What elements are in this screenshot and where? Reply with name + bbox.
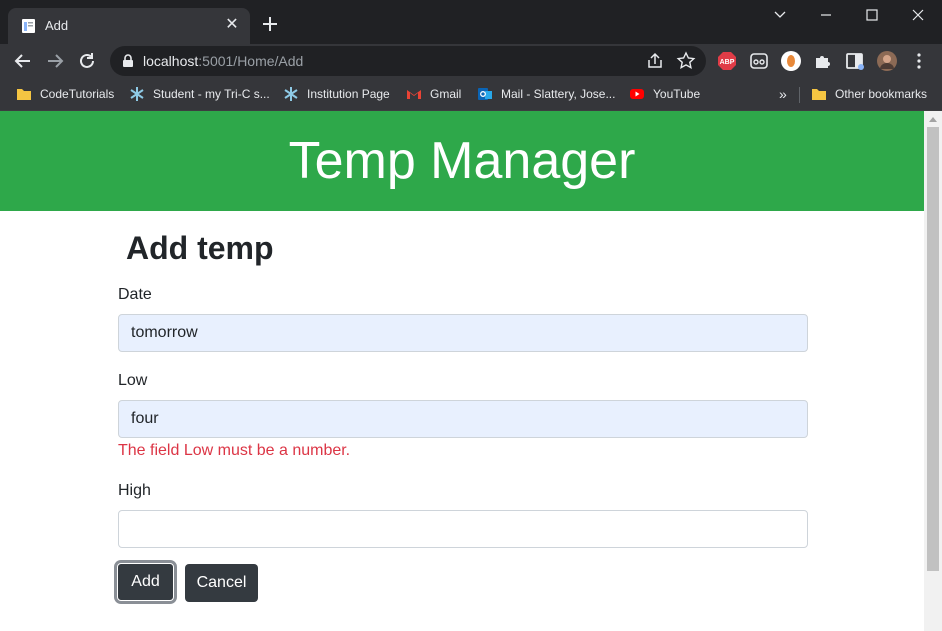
low-validation-error: The field Low must be a number. <box>118 442 351 459</box>
maximize-icon[interactable] <box>849 0 895 30</box>
page-viewport: Temp Manager Add temp Date Low The field… <box>0 111 942 631</box>
bookmark-label: Institution Page <box>307 87 390 101</box>
browser-titlebar: Add ✕ <box>0 0 942 44</box>
snowflake-icon <box>284 87 298 101</box>
menu-kebab-icon[interactable] <box>908 50 930 72</box>
close-window-icon[interactable] <box>895 0 941 30</box>
page-favicon-icon <box>22 19 35 33</box>
minimize-icon[interactable] <box>803 0 849 30</box>
tab-close-icon[interactable]: ✕ <box>222 15 242 35</box>
new-tab-icon[interactable] <box>259 13 281 35</box>
scrollbar-thumb[interactable] <box>927 127 939 571</box>
bookmark-codetutorials[interactable]: CodeTutorials <box>16 85 114 103</box>
bookmark-star-icon[interactable] <box>676 51 696 71</box>
browser-tab[interactable]: Add ✕ <box>8 8 250 44</box>
bookmark-youtube[interactable]: YouTube <box>629 85 700 103</box>
forward-icon[interactable] <box>44 50 66 72</box>
url-text[interactable]: localhost:5001/Home/Add <box>143 53 303 69</box>
bookmark-gmail[interactable]: Gmail <box>406 85 461 103</box>
lock-icon[interactable] <box>122 54 134 68</box>
bookmark-label: YouTube <box>653 87 701 101</box>
svg-text:ABP: ABP <box>720 59 735 66</box>
page-heading: Add temp <box>126 230 274 266</box>
date-label: Date <box>118 286 152 303</box>
sidepanel-icon[interactable] <box>844 50 866 72</box>
snowflake-icon <box>130 87 144 101</box>
add-button[interactable]: Add <box>117 563 174 601</box>
gmail-icon <box>407 90 421 99</box>
tab-search-icon[interactable] <box>757 0 803 30</box>
tab-title: Add <box>45 18 69 33</box>
bookmarks-overflow-icon[interactable]: » <box>779 85 787 103</box>
bookmark-label: Other bookmarks <box>835 87 928 101</box>
high-label: High <box>118 482 151 499</box>
bookmark-label: Gmail <box>430 87 462 101</box>
puzzle-icon[interactable] <box>812 50 834 72</box>
bookmark-institution[interactable]: Institution Page <box>283 85 390 103</box>
site-header: Temp Manager <box>0 111 924 211</box>
youtube-icon <box>630 89 644 99</box>
bookmark-label: CodeTutorials <box>40 87 115 101</box>
scroll-up-icon[interactable] <box>929 117 937 122</box>
folder-icon <box>812 89 826 100</box>
profile-ext-icon[interactable] <box>780 50 802 72</box>
bookmarks-bar: CodeTutorials Student - my Tri-C s... In… <box>0 78 942 111</box>
outlook-icon <box>478 88 492 100</box>
bookmark-label: Student - my Tri-C s... <box>153 87 270 101</box>
bookmarks-separator <box>799 87 800 103</box>
browser-toolbar: localhost:5001/Home/Add ABP <box>0 44 942 78</box>
reading-icon[interactable] <box>748 50 770 72</box>
cancel-button[interactable]: Cancel <box>185 564 258 602</box>
bookmark-other[interactable]: Other bookmarks <box>811 85 927 103</box>
back-icon[interactable] <box>12 50 34 72</box>
bookmark-mail[interactable]: Mail - Slattery, Jose... <box>477 85 615 103</box>
address-bar[interactable]: localhost:5001/Home/Add <box>110 46 706 76</box>
site-title: Temp Manager <box>288 132 636 190</box>
url-path: :5001/Home/Add <box>198 53 304 69</box>
bookmark-label: Mail - Slattery, Jose... <box>501 87 616 101</box>
overflow-glyph: » <box>779 86 787 102</box>
date-input[interactable] <box>118 314 808 352</box>
bookmark-student[interactable]: Student - my Tri-C s... <box>129 85 270 103</box>
abp-icon[interactable]: ABP <box>716 50 738 72</box>
url-host: localhost <box>143 53 199 69</box>
avatar[interactable] <box>876 50 898 72</box>
folder-icon <box>17 89 31 100</box>
reload-icon[interactable] <box>76 50 98 72</box>
page-scrollbar[interactable] <box>924 111 942 631</box>
low-input[interactable] <box>118 400 808 438</box>
share-icon[interactable] <box>645 51 665 71</box>
low-label: Low <box>118 372 148 389</box>
high-input[interactable] <box>118 510 808 548</box>
